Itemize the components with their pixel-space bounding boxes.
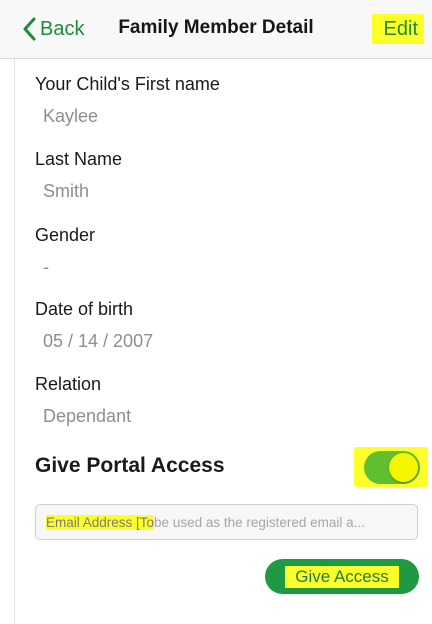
date-of-birth-value: 05 / 14 / 2007 [43,331,154,351]
email-placeholder-rest: be used as the registered email a... [154,514,365,530]
relation-label: Relation [35,374,102,394]
gender-value: - [43,257,49,277]
edit-button[interactable]: Edit [371,14,424,44]
email-placeholder-highlight: Email Address [To [46,514,155,530]
last-name-label: Last Name [35,149,123,169]
email-input[interactable]: Email Address [To be used as the registe… [35,504,418,540]
last-name-value: Smith [43,181,90,201]
family-member-detail-screen: Back Family Member Detail Edit Your Chil… [0,0,432,624]
content-divider [14,58,15,624]
first-name-value: Kaylee [43,106,99,126]
date-of-birth-label: Date of birth [35,299,134,319]
toggle-knob [389,453,418,482]
give-access-button[interactable]: Give Access [265,559,419,594]
chevron-left-icon [22,17,40,41]
back-button[interactable]: Back [22,14,84,44]
portal-access-toggle[interactable] [364,451,420,484]
navigation-bar: Back Family Member Detail Edit [0,0,432,59]
gender-label: Gender [35,225,96,245]
back-label: Back [40,17,85,40]
relation-value: Dependant [43,406,132,426]
portal-access-label: Give Portal Access [35,454,225,477]
first-name-label: Your Child's First name [35,74,220,94]
give-access-label: Give Access [285,565,399,588]
